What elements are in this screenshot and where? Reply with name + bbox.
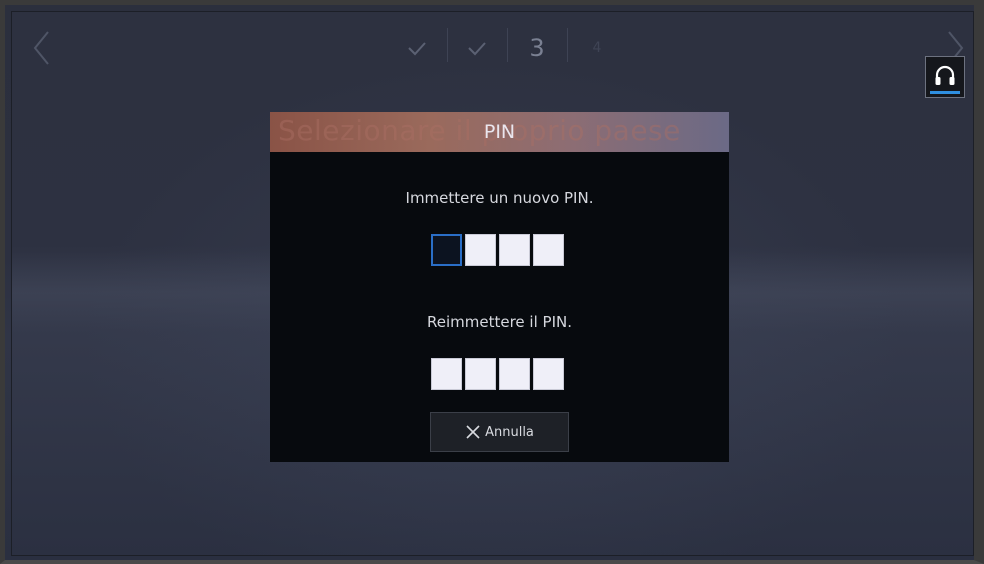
step-2 <box>447 26 507 70</box>
checkmark-icon <box>408 42 426 56</box>
close-icon <box>466 425 480 439</box>
new-pin-digit-1[interactable] <box>431 234 462 266</box>
new-pin-digit-2[interactable] <box>465 234 496 266</box>
step-3: 3 <box>507 26 567 70</box>
new-pin-digit-3[interactable] <box>499 234 530 266</box>
headset-icon <box>935 65 955 85</box>
checkmark-icon <box>468 42 486 56</box>
dialog-header: Selezionare il proprio paese PIN <box>270 112 729 152</box>
confirm-pin-digit-4[interactable] <box>533 358 564 390</box>
step-4: 4 <box>567 26 627 70</box>
pin-dialog: Selezionare il proprio paese PIN Immette… <box>270 112 729 462</box>
new-pin-digit-4[interactable] <box>533 234 564 266</box>
dialog-title: PIN <box>483 121 516 143</box>
tv-screen: 3 4 Selezionare il proprio paese PIN Imm… <box>0 0 984 564</box>
accessibility-indicator <box>930 91 960 94</box>
setup-step-indicator: 3 4 <box>387 26 627 70</box>
new-pin-prompt: Immettere un nuovo PIN. <box>405 189 594 207</box>
new-pin-field[interactable] <box>431 234 564 266</box>
confirm-pin-digit-2[interactable] <box>465 358 496 390</box>
confirm-pin-digit-1[interactable] <box>431 358 462 390</box>
back-button[interactable] <box>32 30 52 66</box>
accessibility-button[interactable] <box>925 56 965 98</box>
confirm-pin-digit-3[interactable] <box>499 358 530 390</box>
confirm-pin-prompt: Reimmettere il PIN. <box>427 313 572 331</box>
confirm-pin-field[interactable] <box>431 358 564 390</box>
cancel-button[interactable]: Annulla <box>430 412 569 452</box>
cancel-button-label: Annulla <box>485 424 534 440</box>
step-1 <box>387 26 447 70</box>
chevron-left-icon <box>33 31 49 65</box>
